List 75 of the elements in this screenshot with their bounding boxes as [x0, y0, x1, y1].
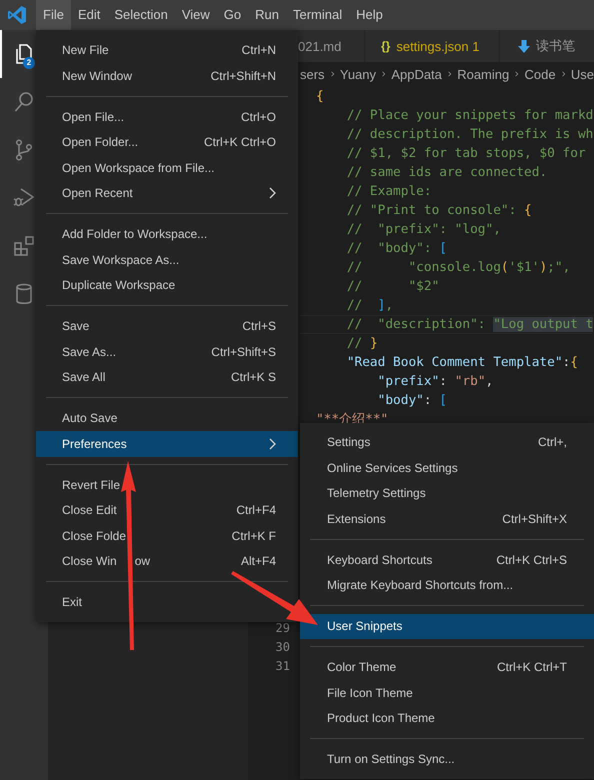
- breadcrumb-item[interactable]: Yuany: [340, 66, 376, 82]
- menu-bar-item[interactable]: File: [36, 0, 71, 30]
- menu-item[interactable]: Online Services Settings: [300, 455, 594, 480]
- menu-item[interactable]: Save Ctrl+S: [36, 314, 298, 339]
- menu-item[interactable]: Duplicate Workspace: [36, 272, 298, 298]
- menu-item[interactable]: Open Workspace from File...: [36, 155, 298, 180]
- menu-item[interactable]: Close Win ow Alt+F4: [36, 548, 298, 574]
- menu-item[interactable]: Turn on Settings Sync...: [300, 746, 594, 772]
- down-arrow-icon: [518, 40, 530, 52]
- breadcrumb-item[interactable]: AppData: [391, 66, 442, 82]
- line-number: 30: [274, 639, 291, 656]
- menu-item[interactable]: File Icon Theme: [300, 680, 594, 706]
- code-line: // same ids are connected.: [346, 164, 548, 182]
- menu-item[interactable]: Color Theme Ctrl+K Ctrl+T: [300, 654, 594, 680]
- app-logo-icon: [7, 5, 27, 25]
- menu-item[interactable]: Open File... Ctrl+O: [36, 104, 298, 130]
- code-line: // "description": "Log output t: [300, 315, 594, 334]
- search-icon: [12, 90, 36, 114]
- code-line: // Place your snippets for markd: [346, 107, 594, 125]
- code-line: // description. The prefix is wh: [346, 126, 594, 144]
- breadcrumb-item[interactable]: sers: [300, 66, 325, 82]
- menu-item[interactable]: Add Folder to Workspace...: [36, 222, 298, 247]
- menu-item[interactable]: Open Recent: [36, 180, 298, 206]
- menu-bar-item[interactable]: Edit: [70, 0, 108, 30]
- menu-item[interactable]: Revert File: [36, 472, 298, 498]
- chevron-right-icon: [562, 69, 565, 79]
- code-line: {: [316, 88, 325, 106]
- count-badge: 2: [23, 57, 35, 69]
- menu-bar-item[interactable]: Selection: [107, 0, 175, 30]
- menu-item[interactable]: Telemetry Settings: [300, 480, 594, 506]
- menu-item[interactable]: Save As... Ctrl+Shift+S: [36, 339, 298, 364]
- menu-item[interactable]: Preferences: [36, 431, 298, 456]
- code-line: "prefix": "rb",: [376, 373, 494, 391]
- code-line: // "Print to console": {: [346, 202, 533, 220]
- menu-bar-item[interactable]: Terminal: [286, 0, 350, 30]
- code-line: // "body": [: [346, 240, 448, 258]
- chevron-right-icon: [448, 69, 452, 79]
- chevron-right-icon: [515, 69, 519, 79]
- chevron-right-icon: [330, 69, 334, 79]
- code-line: // "console.log('$1');",: [346, 259, 572, 277]
- menu-item[interactable]: Exit: [36, 590, 298, 615]
- line-number: 31: [274, 658, 291, 675]
- code-line: // Example:: [346, 183, 433, 201]
- code-line: // "$2": [346, 278, 440, 296]
- chevron-right-icon: [382, 69, 386, 79]
- menu-item[interactable]: User Snippets: [300, 614, 594, 639]
- code-line: // "prefix": "log",: [346, 221, 502, 239]
- menu-item[interactable]: Product Icon Theme: [300, 706, 594, 731]
- code-line: // }: [346, 335, 379, 353]
- code-line: "Read Book Comment Template":{: [346, 354, 579, 372]
- code-line: // $1, $2 for tab stops, $0 for: [346, 145, 587, 163]
- breadcrumb-item[interactable]: Use: [570, 66, 594, 82]
- menu-item[interactable]: Open Folder... Ctrl+K Ctrl+O: [36, 130, 298, 155]
- menu-bar-item[interactable]: Run: [248, 0, 286, 30]
- menu-item[interactable]: Extensions Ctrl+Shift+X: [300, 506, 594, 532]
- extensions-icon: [12, 234, 36, 258]
- menu-item[interactable]: Save All Ctrl+K S: [36, 364, 298, 390]
- menu-item[interactable]: Auto Save: [36, 406, 298, 431]
- menu-item[interactable]: Close Edit Ctrl+F4: [36, 498, 298, 523]
- code-line: "body": [: [376, 392, 448, 410]
- menu-bar-item[interactable]: Help: [349, 0, 390, 30]
- code-line: // ],: [346, 297, 394, 315]
- editor-tab[interactable]: {} settings.json 1: [365, 30, 500, 62]
- menu-bar-item[interactable]: Go: [216, 0, 248, 30]
- breadcrumb-item[interactable]: Code: [524, 66, 556, 82]
- menu-bar-item[interactable]: View: [174, 0, 217, 30]
- menu-item[interactable]: Settings Ctrl+,: [300, 430, 594, 455]
- menu-item[interactable]: Save Workspace As...: [36, 247, 298, 272]
- menu-item[interactable]: Migrate Keyboard Shortcuts from...: [300, 572, 594, 598]
- menu-item[interactable]: Keyboard Shortcuts Ctrl+K Ctrl+S: [300, 547, 594, 572]
- line-number: 29: [274, 620, 291, 637]
- menu-item[interactable]: Close Folde Ctrl+K F: [36, 523, 298, 548]
- braces-icon: {}: [381, 39, 390, 53]
- editor-tab[interactable]: 读书笔: [500, 30, 594, 62]
- breadcrumb-item[interactable]: Roaming: [457, 66, 510, 82]
